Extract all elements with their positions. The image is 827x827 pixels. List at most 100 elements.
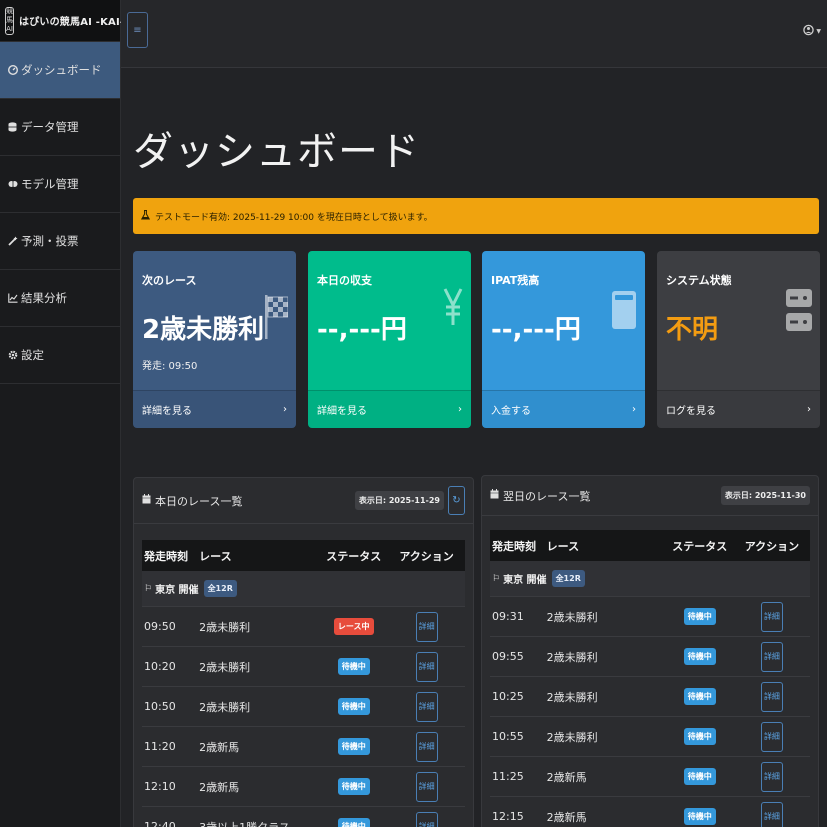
- race-time: 10:25: [492, 690, 524, 703]
- wallet-icon: [611, 291, 637, 335]
- race-name: 2歳未勝利: [199, 620, 251, 634]
- database-icon: [7, 122, 18, 132]
- calendar-icon: [490, 489, 499, 502]
- race-time: 09:31: [492, 610, 524, 623]
- table-row: 12:40 3歳以上1勝クラス 待機中 詳細: [142, 807, 465, 827]
- panel-header: 翌日のレース一覧 表示日: 2025-11-30: [482, 476, 818, 516]
- detail-button[interactable]: 詳細: [415, 731, 438, 762]
- menu-toggle-button[interactable]: ≡: [127, 12, 148, 48]
- chevron-right-icon: ›: [632, 404, 636, 415]
- table-row: 09:50 2歳未勝利 レース中 詳細: [142, 607, 465, 647]
- status-badge: 待機中: [683, 688, 716, 705]
- alert-text: テストモード有効: 2025-11-29 10:00 を現在日時として扱います。: [155, 212, 433, 223]
- detail-button[interactable]: 詳細: [415, 691, 438, 722]
- line-chart-icon: [7, 293, 18, 303]
- status-badge: 待機中: [683, 768, 716, 785]
- refresh-button[interactable]: ↻: [448, 486, 465, 515]
- chevron-right-icon: ›: [283, 404, 287, 415]
- table-row: 10:20 2歳未勝利 待機中 詳細: [142, 647, 465, 687]
- brand[interactable]: 競馬 AI はぴいの競馬AI -KAI-: [0, 0, 124, 42]
- detail-button[interactable]: 詳細: [760, 641, 783, 672]
- sidebar-item-settings[interactable]: 設定: [0, 327, 120, 384]
- sidebar-item-label: ダッシュボード: [21, 63, 102, 77]
- status-badge: 待機中: [683, 808, 716, 825]
- system-status-card: システム状態 不明 ログを見る ›: [657, 251, 820, 428]
- topbar: ≡ ▼: [121, 0, 827, 68]
- race-name: 2歳未勝利: [546, 730, 598, 744]
- table-body: 09:50 2歳未勝利 レース中 詳細 10:20 2歳未勝利 待機中 詳細 10:50 2歳未勝…: [142, 607, 465, 827]
- detail-button[interactable]: 詳細: [760, 761, 783, 792]
- table-row: 09:55 2歳未勝利 待機中 詳細: [490, 637, 810, 677]
- flag-icon: ⚐: [492, 573, 501, 584]
- race-time: 09:50: [144, 620, 176, 633]
- status-badge: 待機中: [337, 818, 370, 827]
- table-row: 09:31 2歳未勝利 待機中 詳細: [490, 597, 810, 637]
- sidebar-item-models[interactable]: モデル管理: [0, 156, 120, 213]
- detail-button[interactable]: 詳細: [760, 721, 783, 752]
- status-badge: 待機中: [337, 698, 370, 715]
- sidebar-item-data[interactable]: データ管理: [0, 99, 120, 156]
- race-time: 12:15: [492, 810, 524, 823]
- card-value: 不明: [666, 315, 719, 345]
- magic-wand-icon: [7, 236, 18, 246]
- card-title: システム状態: [666, 274, 732, 287]
- detail-button[interactable]: 詳細: [415, 611, 438, 642]
- next-race-card: 次のレース 2歳未勝利 発走: 09:50 詳細を見る ›: [133, 251, 296, 428]
- chevron-down-icon: ▼: [816, 28, 821, 35]
- ipat-balance-card: IPAT残高 --,---円 入金する ›: [482, 251, 645, 428]
- race-name: 2歳新馬: [546, 770, 587, 784]
- sidebar-item-label: モデル管理: [21, 177, 79, 191]
- card-value: 2歳未勝利: [142, 315, 265, 345]
- detail-button[interactable]: 詳細: [760, 601, 783, 632]
- chevron-right-icon: ›: [458, 404, 462, 415]
- table-row: 10:55 2歳未勝利 待機中 詳細: [490, 717, 810, 757]
- race-time: 11:20: [144, 740, 176, 753]
- flag-icon: ⚐: [144, 583, 153, 594]
- detail-button[interactable]: 詳細: [415, 771, 438, 802]
- status-badge: 待機中: [337, 738, 370, 755]
- today-races-panel: 本日のレース一覧 表示日: 2025-11-29 ↻ 発走時刻 レース ステータ…: [133, 477, 474, 827]
- test-mode-alert: テストモード有効: 2025-11-29 10:00 を現在日時として扱います。: [133, 198, 819, 234]
- race-name: 2歳未勝利: [199, 700, 251, 714]
- detail-button[interactable]: 詳細: [415, 651, 438, 682]
- table-row: 11:20 2歳新馬 待機中 詳細: [142, 727, 465, 767]
- panel-header: 本日のレース一覧 表示日: 2025-11-29 ↻: [134, 478, 473, 524]
- table-row: 10:25 2歳未勝利 待機中 詳細: [490, 677, 810, 717]
- race-time: 09:55: [492, 650, 524, 663]
- sidebar-item-analysis[interactable]: 結果分析: [0, 270, 120, 327]
- race-time: 11:25: [492, 770, 524, 783]
- today-balance-card: 本日の収支 --,---円 詳細を見る ›: [308, 251, 471, 428]
- race-time: 10:20: [144, 660, 176, 673]
- sidebar-item-label: 設定: [21, 348, 44, 362]
- today-races-table: 発走時刻 レース ステータス アクション ⚐ 東京 開催 全12R 09:50 2…: [142, 540, 465, 827]
- next-race-details-link[interactable]: 詳細を見る ›: [133, 390, 296, 428]
- main-content: ダッシュボード テストモード有効: 2025-11-29 10:00 を現在日時…: [121, 69, 827, 827]
- card-subtext: 発走: 09:50: [142, 361, 198, 372]
- sidebar-item-label: 結果分析: [21, 291, 67, 305]
- sidebar-item-dashboard[interactable]: ダッシュボード: [0, 42, 120, 99]
- sidebar-item-predict[interactable]: 予測・投票: [0, 213, 120, 270]
- table-body: 09:31 2歳未勝利 待機中 詳細 09:55 2歳未勝利 待機中 詳細 10:25 2歳未勝利…: [490, 597, 810, 827]
- race-name: 2歳未勝利: [546, 610, 598, 624]
- venue-row: ⚐ 東京 開催 全12R: [142, 571, 465, 607]
- refresh-icon: ↻: [452, 495, 461, 506]
- detail-button[interactable]: 詳細: [760, 801, 783, 827]
- server-icon: [786, 289, 812, 335]
- status-badge: 待機中: [337, 658, 370, 675]
- gauge-icon: [7, 65, 18, 75]
- detail-button[interactable]: 詳細: [415, 811, 438, 827]
- page-title: ダッシュボード: [133, 129, 420, 175]
- detail-button[interactable]: 詳細: [760, 681, 783, 712]
- status-badge: 待機中: [337, 778, 370, 795]
- balance-details-link[interactable]: 詳細を見る ›: [308, 390, 471, 428]
- view-logs-link[interactable]: ログを見る ›: [657, 390, 820, 428]
- race-name: 2歳未勝利: [546, 690, 598, 704]
- status-badge: 待機中: [683, 728, 716, 745]
- sidebar-item-label: 予測・投票: [21, 234, 79, 248]
- deposit-link[interactable]: 入金する ›: [482, 390, 645, 428]
- card-title: IPAT残高: [491, 274, 540, 287]
- table-header: 発走時刻 レース ステータス アクション: [142, 540, 465, 571]
- status-badge: 待機中: [683, 648, 716, 665]
- user-menu-button[interactable]: ▼: [803, 24, 821, 39]
- tomorrow-races-panel: 翌日のレース一覧 表示日: 2025-11-30 発走時刻 レース ステータス …: [481, 475, 819, 827]
